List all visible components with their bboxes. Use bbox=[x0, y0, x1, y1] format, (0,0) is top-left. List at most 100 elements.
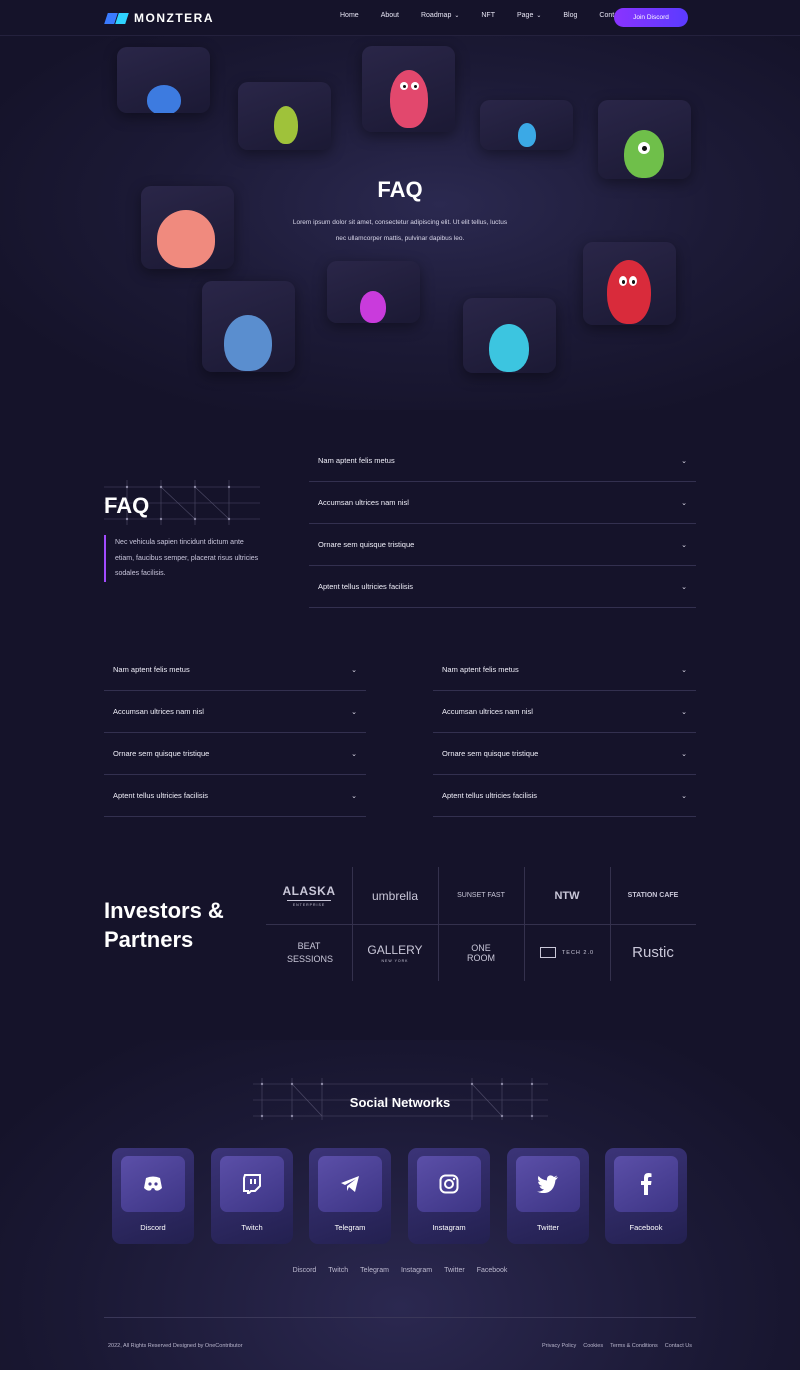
footer-link-telegram[interactable]: Telegram bbox=[360, 1267, 389, 1274]
twitter-card[interactable]: Twitter bbox=[507, 1148, 589, 1244]
chevron-down-icon: ⌄ bbox=[351, 792, 357, 800]
partner-logos-grid: ALASKA ENTERPRISE umbrella SUNSET FAST N… bbox=[266, 867, 696, 981]
monster-card bbox=[362, 46, 455, 132]
brand-logo[interactable]: MONZTERA bbox=[104, 11, 214, 25]
join-discord-button[interactable]: Join Discord bbox=[614, 8, 688, 27]
contact-us-link[interactable]: Contact Us bbox=[665, 1343, 692, 1349]
partner-logo-ntw[interactable]: NTW bbox=[524, 867, 610, 924]
nav-about[interactable]: About bbox=[381, 12, 399, 19]
faq-heading: FAQ bbox=[104, 493, 150, 518]
faq-accordion-right: Nam aptent felis metus ⌄ Accumsan ultrice… bbox=[433, 649, 696, 817]
instagram-card[interactable]: Instagram bbox=[408, 1148, 490, 1244]
monster-image bbox=[489, 324, 529, 372]
instagram-icon bbox=[417, 1156, 481, 1212]
discord-icon bbox=[121, 1156, 185, 1212]
chevron-down-icon: ⌄ bbox=[351, 708, 357, 716]
chevron-down-icon: ⌄ bbox=[536, 13, 542, 19]
accordion-item[interactable]: Accumsan ultrices nam nisl ⌄ bbox=[309, 482, 696, 524]
footer-link-twitch[interactable]: Twitch bbox=[328, 1267, 348, 1274]
monster-image bbox=[518, 123, 536, 147]
monster-image bbox=[224, 315, 272, 371]
chevron-down-icon: ⌄ bbox=[681, 792, 687, 800]
footer-link-instagram[interactable]: Instagram bbox=[401, 1267, 432, 1274]
monster-card bbox=[202, 281, 295, 372]
faq-accordion-left: Nam aptent felis metus ⌄ Accumsan ultrice… bbox=[104, 649, 366, 817]
monster-image bbox=[360, 291, 386, 323]
monster-image bbox=[624, 130, 664, 178]
partner-logo-sunset-fast[interactable]: SUNSET FAST bbox=[438, 867, 524, 924]
chevron-down-icon: ⌄ bbox=[681, 750, 687, 758]
twitch-card[interactable]: Twitch bbox=[211, 1148, 293, 1244]
telegram-icon bbox=[318, 1156, 382, 1212]
partner-logo-tech[interactable]: TECH 2.0 bbox=[524, 924, 610, 981]
social-links-row: Discord Twitch Telegram Instagram Twitte… bbox=[0, 1267, 800, 1274]
partner-logo-one-room[interactable]: ONE ROOM bbox=[438, 924, 524, 981]
accordion-item[interactable]: Nam aptent felis metus ⌄ bbox=[104, 649, 366, 691]
partner-logo-alaska[interactable]: ALASKA ENTERPRISE bbox=[266, 867, 352, 924]
monster-card bbox=[117, 47, 210, 113]
accordion-item[interactable]: Ornare sem quisque tristique ⌄ bbox=[104, 733, 366, 775]
footer-divider bbox=[104, 1317, 696, 1318]
accordion-item[interactable]: Accumsan ultrices nam nisl ⌄ bbox=[104, 691, 366, 733]
nav-home[interactable]: Home bbox=[340, 12, 359, 19]
site-header: MONZTERA Home About Roadmap ⌄ NFT Page ⌄ B… bbox=[0, 0, 800, 36]
cookies-link[interactable]: Cookies bbox=[583, 1343, 603, 1349]
accordion-item[interactable]: Ornare sem quisque tristique ⌄ bbox=[309, 524, 696, 566]
twitter-icon bbox=[516, 1156, 580, 1212]
investors-title: Investors & Partners bbox=[104, 898, 224, 952]
monster-card bbox=[480, 100, 573, 150]
footer-link-discord[interactable]: Discord bbox=[293, 1267, 317, 1274]
telegram-card[interactable]: Telegram bbox=[309, 1148, 391, 1244]
chevron-down-icon: ⌄ bbox=[681, 499, 687, 507]
chevron-down-icon: ⌄ bbox=[681, 708, 687, 716]
footer-link-facebook[interactable]: Facebook bbox=[477, 1267, 508, 1274]
nav-nft[interactable]: NFT bbox=[481, 12, 495, 19]
footer-link-twitter[interactable]: Twitter bbox=[444, 1267, 465, 1274]
monster-image bbox=[157, 210, 215, 268]
facebook-card[interactable]: Facebook bbox=[605, 1148, 687, 1244]
chevron-down-icon: ⌄ bbox=[351, 750, 357, 758]
privacy-policy-link[interactable]: Privacy Policy bbox=[542, 1343, 576, 1349]
brand-name: MONZTERA bbox=[134, 11, 214, 25]
monster-card bbox=[327, 261, 420, 323]
chevron-down-icon: ⌄ bbox=[681, 541, 687, 549]
partner-logo-beat-sessions[interactable]: BEAT SESSIONS bbox=[266, 924, 352, 981]
partner-logo-umbrella[interactable]: umbrella bbox=[352, 867, 438, 924]
terms-link[interactable]: Terms & Conditions bbox=[610, 1343, 658, 1349]
social-networks-title: Social Networks bbox=[349, 1095, 451, 1110]
monster-image bbox=[607, 260, 651, 324]
copyright-text: 2022, All Rights Reserved Designed by On… bbox=[108, 1343, 243, 1349]
logo-mark-icon bbox=[104, 12, 130, 24]
chevron-down-icon: ⌄ bbox=[681, 583, 687, 591]
partner-logo-rustic[interactable]: Rustic bbox=[610, 924, 696, 981]
accordion-item[interactable]: Aptent tellus ultricies facilisis ⌄ bbox=[104, 775, 366, 817]
chevron-down-icon: ⌄ bbox=[681, 666, 687, 674]
accordion-item[interactable]: Ornare sem quisque tristique ⌄ bbox=[433, 733, 696, 775]
monster-image bbox=[390, 70, 428, 128]
monster-card bbox=[238, 82, 331, 150]
chevron-down-icon: ⌄ bbox=[681, 457, 687, 465]
partner-logo-gallery[interactable]: GALLERY NEW YORK bbox=[352, 924, 438, 981]
twitch-icon bbox=[220, 1156, 284, 1212]
monster-image bbox=[274, 106, 298, 144]
monster-card bbox=[583, 242, 676, 325]
discord-card[interactable]: Discord bbox=[112, 1148, 194, 1244]
monitor-icon bbox=[539, 947, 556, 958]
chevron-down-icon: ⌄ bbox=[351, 666, 357, 674]
accordion-item[interactable]: Aptent tellus ultricies facilisis ⌄ bbox=[309, 566, 696, 608]
monster-card bbox=[463, 298, 556, 373]
accordion-item[interactable]: Aptent tellus ultricies facilisis ⌄ bbox=[433, 775, 696, 817]
nav-blog[interactable]: Blog bbox=[563, 12, 577, 19]
accordion-item[interactable]: Nam aptent felis metus ⌄ bbox=[309, 440, 696, 482]
accordion-item[interactable]: Nam aptent felis metus ⌄ bbox=[433, 649, 696, 691]
faq-description: Nec vehicula sapien tincidunt dictum ant… bbox=[104, 535, 264, 582]
nav-roadmap[interactable]: Roadmap ⌄ bbox=[421, 12, 459, 19]
main-nav: Home About Roadmap ⌄ NFT Page ⌄ Blog Conta… bbox=[340, 12, 646, 19]
accordion-item[interactable]: Accumsan ultrices nam nisl ⌄ bbox=[433, 691, 696, 733]
chevron-down-icon: ⌄ bbox=[454, 13, 460, 19]
partner-logo-station-cafe[interactable]: STATION CAFE bbox=[610, 867, 696, 924]
nav-page[interactable]: Page ⌄ bbox=[517, 12, 541, 19]
monster-image bbox=[147, 85, 181, 113]
footer-links: Privacy Policy Cookies Terms & Condition… bbox=[535, 1343, 692, 1349]
facebook-icon bbox=[614, 1156, 678, 1212]
